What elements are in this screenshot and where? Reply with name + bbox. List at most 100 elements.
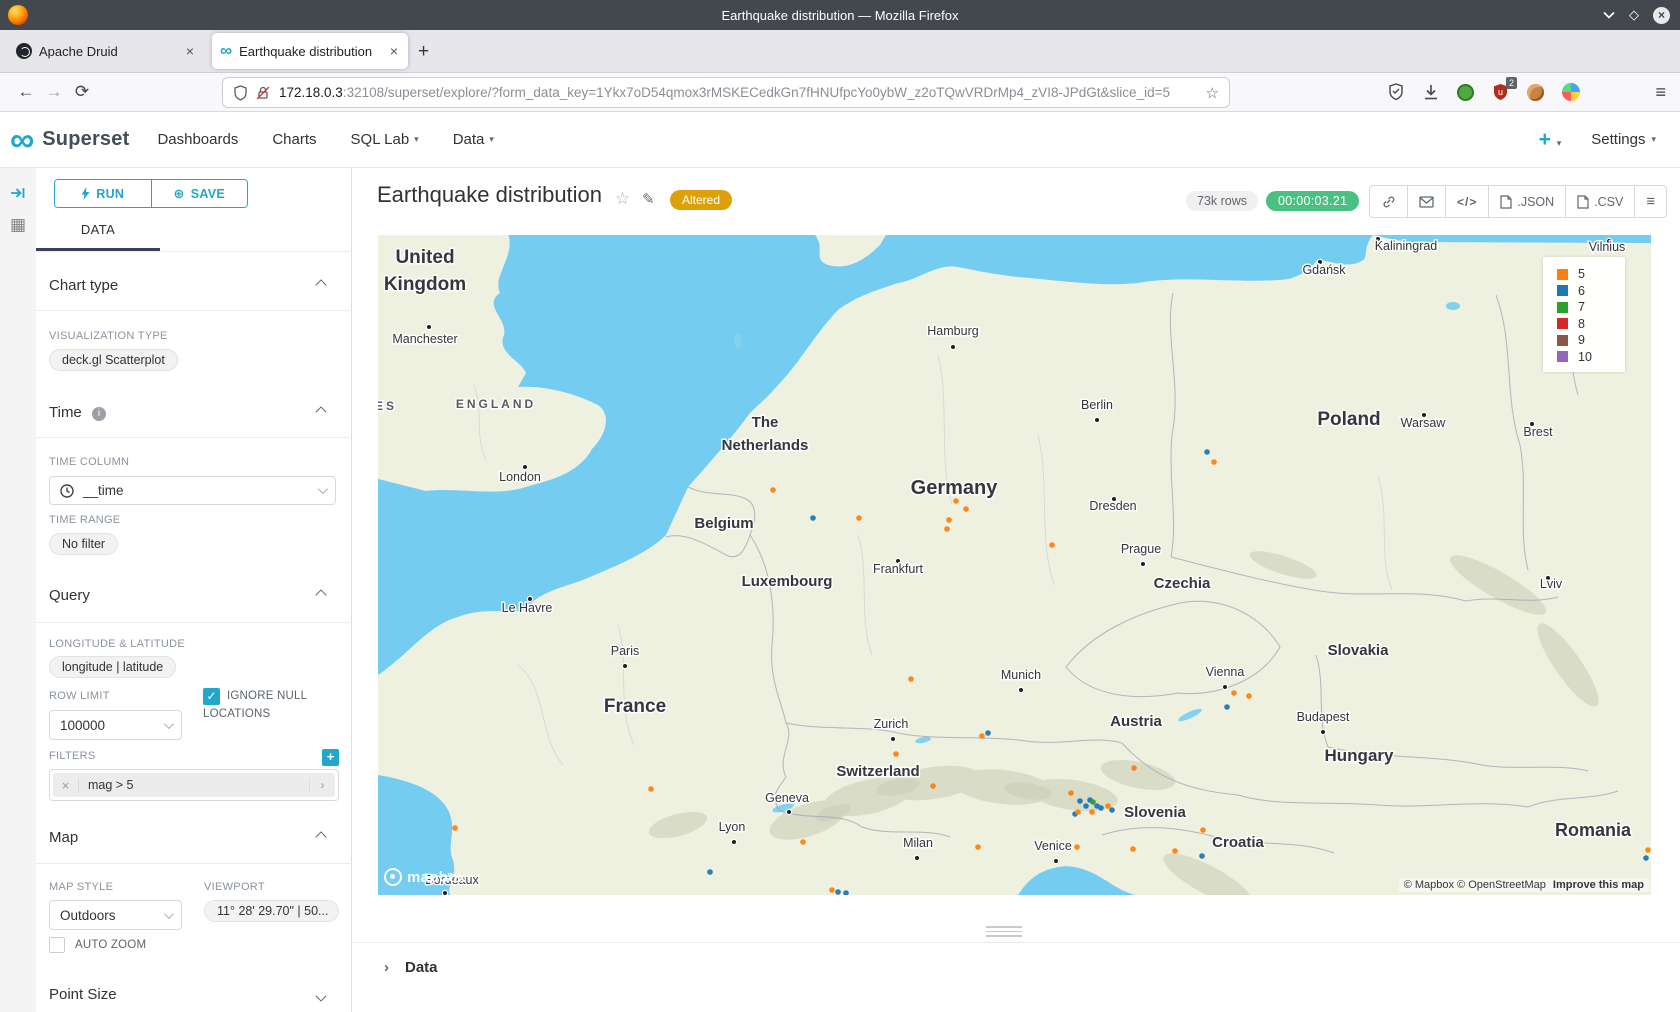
email-button[interactable] [1407, 186, 1445, 217]
data-collapse-panel[interactable]: › Data [352, 942, 1680, 1012]
scatter-point[interactable] [1068, 790, 1074, 796]
pocket-shield-icon[interactable] [1386, 83, 1405, 102]
scatter-point[interactable] [908, 676, 914, 682]
add-filter-button[interactable]: + [322, 749, 339, 766]
scatter-point[interactable] [770, 487, 776, 493]
new-tab-button[interactable]: + [418, 41, 429, 63]
altered-badge[interactable]: Altered [670, 190, 732, 210]
window-maximize-icon[interactable]: ◇ [1629, 7, 1639, 23]
scatter-point[interactable] [1083, 803, 1089, 809]
tab-close-icon[interactable]: × [388, 43, 400, 59]
remove-filter-icon[interactable]: × [53, 778, 79, 793]
deckgl-map[interactable]: UnitedKingdomFranceGermanyPolandBelgiumT… [378, 235, 1651, 895]
scatter-point[interactable] [1074, 844, 1080, 850]
url-bar[interactable]: 172.18.0.3:32108/superset/explore/?form_… [222, 77, 1230, 108]
mapbox-logo[interactable]: mapbox [384, 868, 466, 886]
scatter-point[interactable] [1246, 693, 1252, 699]
ignore-null-checkbox[interactable]: ✓ [203, 688, 220, 705]
viz-type-value[interactable]: deck.gl Scatterplot [49, 349, 178, 371]
url-text[interactable]: 172.18.0.3:32108/superset/explore/?form_… [279, 85, 1206, 100]
scatter-point[interactable] [1224, 704, 1230, 710]
scatter-point[interactable] [1172, 848, 1178, 854]
ublock-icon[interactable]: u 2 [1491, 83, 1510, 102]
resize-drag-handle[interactable] [986, 926, 1022, 940]
navbar-item-data[interactable]: Data▾ [453, 131, 494, 148]
chevron-right-icon[interactable]: › [309, 778, 335, 792]
save-button[interactable]: ⊕ SAVE [151, 180, 248, 207]
embed-code-button[interactable]: </> [1445, 186, 1488, 217]
chart-menu-button[interactable]: ≡ [1634, 186, 1666, 217]
navbar-item-dashboards[interactable]: Dashboards [157, 131, 238, 148]
scatter-point[interactable] [1130, 846, 1136, 852]
scatter-point[interactable] [1131, 765, 1137, 771]
scatter-point[interactable] [829, 887, 835, 893]
section-chart-type[interactable]: Chart type [49, 277, 339, 294]
firefox-menu-icon[interactable]: ≡ [1655, 82, 1666, 103]
scatter-point[interactable] [452, 825, 458, 831]
section-time[interactable]: Time i [49, 404, 339, 421]
tab-earthquake-distribution[interactable]: ∞ Earthquake distribution × [212, 33, 408, 69]
window-close-icon[interactable]: × [1653, 7, 1670, 24]
new-item-button[interactable]: + ▾ [1539, 128, 1562, 152]
settings-menu[interactable]: Settings▾ [1591, 131, 1656, 148]
navbar-item-sql-lab[interactable]: SQL Lab▾ [351, 131, 419, 148]
map-style-select[interactable]: Outdoors [49, 900, 182, 930]
dataset-grid-icon[interactable]: ▦ [0, 212, 36, 238]
scatter-point[interactable] [1090, 799, 1096, 805]
scatter-point[interactable] [1204, 449, 1210, 455]
scatter-point[interactable] [1049, 542, 1055, 548]
scatter-point[interactable] [1077, 798, 1083, 804]
download-icon[interactable] [1421, 83, 1440, 102]
scatter-point[interactable] [1231, 690, 1237, 696]
scatter-point[interactable] [800, 839, 806, 845]
superset-logo[interactable]: ∞ [10, 125, 34, 155]
expand-datasource-icon[interactable] [0, 180, 36, 206]
scatter-point[interactable] [963, 506, 969, 512]
scatter-point[interactable] [893, 751, 899, 757]
scatter-point[interactable] [1109, 807, 1115, 813]
time-column-select[interactable]: __time [49, 476, 336, 505]
section-map[interactable]: Map [49, 829, 339, 846]
forward-button[interactable]: → [40, 82, 68, 102]
row-limit-select[interactable]: 100000 [49, 710, 182, 740]
section-query[interactable]: Query [49, 587, 339, 604]
edit-title-icon[interactable]: ✎ [642, 190, 655, 208]
scatter-point[interactable] [1643, 855, 1649, 861]
scatter-point[interactable] [1200, 827, 1206, 833]
scatter-point[interactable] [1199, 853, 1205, 859]
tab-data[interactable]: DATA [36, 222, 160, 237]
scatter-point[interactable] [985, 730, 991, 736]
scatter-point[interactable] [1105, 803, 1111, 809]
export-csv-button[interactable]: .CSV [1565, 186, 1634, 217]
time-range-value[interactable]: No filter [49, 533, 118, 555]
multicolor-asterisk-icon[interactable] [1561, 83, 1580, 102]
back-button[interactable]: ← [12, 82, 40, 102]
scatter-point[interactable] [1075, 809, 1081, 815]
scatter-point[interactable] [1098, 805, 1104, 811]
lonlat-value[interactable]: longitude | latitude [49, 656, 176, 678]
scatter-point[interactable] [810, 515, 816, 521]
copy-link-button[interactable] [1370, 186, 1407, 217]
scatter-point[interactable] [946, 517, 952, 523]
navbar-item-charts[interactable]: Charts [272, 131, 316, 148]
cookie-icon[interactable] [1526, 83, 1545, 102]
window-shade-icon[interactable] [1603, 11, 1615, 19]
scatter-point[interactable] [930, 783, 936, 789]
scatter-point[interactable] [953, 498, 959, 504]
auto-zoom-checkbox[interactable] [49, 937, 65, 953]
scatter-point[interactable] [1211, 459, 1217, 465]
scatter-point[interactable] [944, 526, 950, 532]
superset-brand[interactable]: Superset [42, 128, 129, 151]
tracking-shield-icon[interactable] [233, 85, 248, 101]
tab-close-icon[interactable]: × [184, 43, 196, 59]
export-json-button[interactable]: .JSON [1488, 186, 1565, 217]
reload-button[interactable]: ⟳ [68, 82, 96, 102]
bookmark-star-icon[interactable]: ☆ [1206, 84, 1219, 102]
scatter-point[interactable] [835, 889, 841, 895]
scatter-point[interactable] [1089, 809, 1095, 815]
scatter-point[interactable] [856, 515, 862, 521]
scatter-point[interactable] [648, 786, 654, 792]
scatter-point[interactable] [707, 869, 713, 875]
insecure-lock-icon[interactable] [256, 85, 270, 101]
viewport-value[interactable]: 11° 28' 29.70" | 50... [204, 900, 339, 922]
